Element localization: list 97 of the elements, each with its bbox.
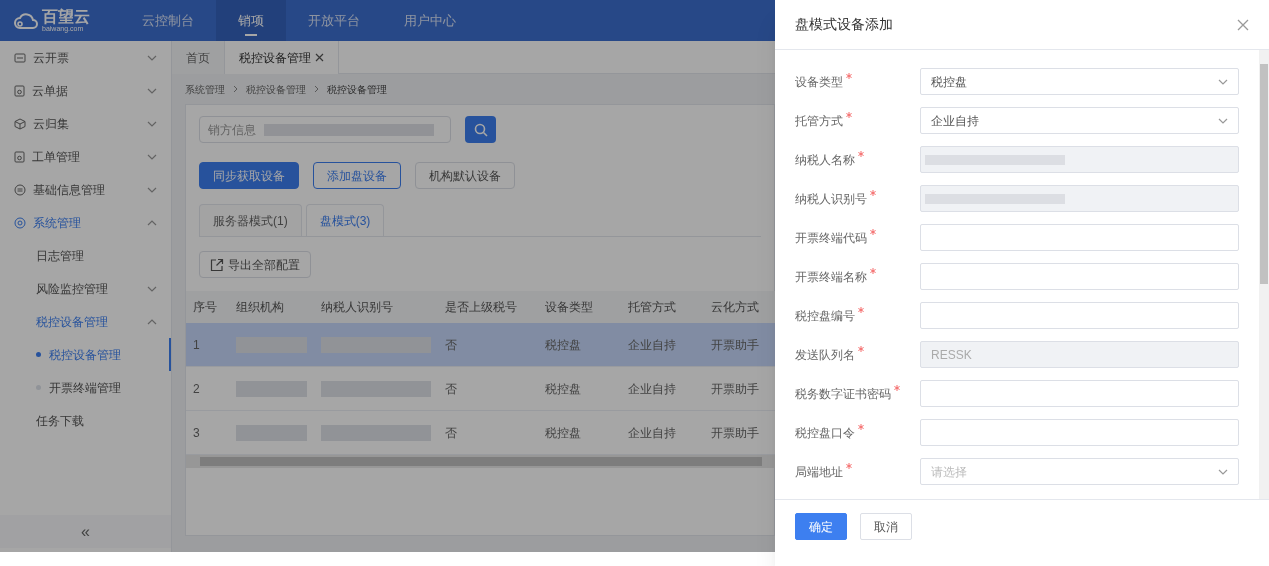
- sidebar-item[interactable]: 开票终端管理: [0, 371, 171, 404]
- sidebar-item[interactable]: 云单据: [0, 74, 171, 107]
- field-label: 纳税人名称: [795, 151, 855, 169]
- settings-icon: [14, 216, 26, 229]
- chevron-right-icon: [233, 85, 238, 93]
- close-button[interactable]: [1237, 17, 1251, 32]
- mode-tab[interactable]: 盘模式(3): [305, 204, 385, 236]
- table-cell: 否: [445, 381, 457, 396]
- cloud-logo-icon: [14, 12, 38, 29]
- sidebar-item[interactable]: 税控设备管理: [0, 305, 171, 338]
- chevron-down-icon: [1218, 468, 1228, 475]
- page-tab[interactable]: 首页: [172, 41, 225, 74]
- drawer-title: 盘模式设备添加: [795, 15, 893, 34]
- sidebar-item[interactable]: 税控设备管理: [0, 338, 171, 371]
- column-header: 序号: [192, 299, 218, 316]
- circle-lines-icon: [14, 183, 26, 196]
- sidebar-item[interactable]: 工单管理: [0, 140, 171, 173]
- export-button[interactable]: 导出全部配置: [199, 251, 311, 278]
- sidebar-item[interactable]: 云开票: [0, 41, 171, 74]
- field-label: 发送队列名: [795, 346, 855, 364]
- nav-tab[interactable]: 云控制台: [120, 0, 216, 41]
- input-field[interactable]: [920, 380, 1239, 407]
- sidebar-item[interactable]: 云归集: [0, 107, 171, 140]
- field-label: 局端地址: [795, 463, 843, 481]
- table-cell: 3: [193, 425, 200, 440]
- bullet-icon: [36, 352, 41, 357]
- table-cell: 2: [193, 381, 200, 396]
- input-field[interactable]: [920, 302, 1239, 329]
- column-header: 托管方式: [627, 299, 677, 316]
- horizontal-scrollbar[interactable]: [186, 455, 776, 468]
- column-header: 纳税人识别号: [320, 299, 394, 316]
- breadcrumb-link[interactable]: 税控设备管理: [246, 81, 306, 97]
- document-icon: [14, 84, 25, 97]
- dialog-button[interactable]: 确定: [795, 513, 847, 540]
- field-label: 销方信息: [208, 121, 256, 139]
- vertical-scrollbar[interactable]: [1259, 50, 1269, 499]
- sidebar-item[interactable]: 任务下载: [0, 404, 171, 437]
- ticket-icon: [14, 52, 26, 63]
- field-label: 纳税人识别号: [795, 190, 867, 208]
- input-field[interactable]: [920, 419, 1239, 446]
- select-field[interactable]: 企业自持: [920, 107, 1239, 134]
- table-cell: 企业自持: [628, 337, 676, 352]
- action-button[interactable]: 添加盘设备: [313, 162, 401, 189]
- table-cell: 否: [445, 425, 457, 440]
- table-cell: 税控盘: [545, 425, 581, 440]
- field-label: 开票终端代码: [795, 229, 867, 247]
- table-cell: 开票助手: [711, 425, 759, 440]
- search-button[interactable]: [465, 116, 496, 143]
- chevron-down-icon: [1218, 78, 1228, 85]
- sidebar-item[interactable]: 风险监控管理: [0, 272, 171, 305]
- field-label: 税控盘口令: [795, 424, 855, 442]
- breadcrumb-link[interactable]: 系统管理: [185, 81, 225, 97]
- action-button[interactable]: 机构默认设备: [415, 162, 515, 189]
- column-header: 是否上级税号: [444, 299, 518, 316]
- field-label: 开票终端名称: [795, 268, 867, 286]
- logo-text: 百望云: [42, 9, 90, 25]
- nav-tab[interactable]: 开放平台: [286, 0, 382, 41]
- column-header: 组织机构: [235, 299, 285, 316]
- sidebar-item[interactable]: 日志管理: [0, 239, 171, 272]
- table-cell: 税控盘: [545, 381, 581, 396]
- table-cell: 企业自持: [628, 381, 676, 396]
- input-field[interactable]: [920, 146, 1239, 173]
- close-icon: [1237, 18, 1249, 31]
- sidebar-item[interactable]: 基础信息管理: [0, 173, 171, 206]
- close-icon[interactable]: [315, 53, 324, 62]
- table-cell: 否: [445, 337, 457, 352]
- dialog-button[interactable]: 取消: [860, 513, 912, 540]
- field-label: 托管方式: [795, 112, 843, 130]
- chevron-down-icon: [1218, 117, 1228, 124]
- table-cell: 企业自持: [628, 425, 676, 440]
- table-cell: 税控盘: [545, 337, 581, 352]
- table-row[interactable]: 1 否 税控盘 企业自持 开票助手: [186, 323, 776, 367]
- input-field[interactable]: [920, 263, 1239, 290]
- table-cell: 开票助手: [711, 337, 759, 352]
- collapse-button[interactable]: «: [0, 515, 171, 548]
- nav-tab[interactable]: 用户中心: [382, 0, 478, 41]
- input-field[interactable]: [920, 185, 1239, 212]
- export-icon: [210, 257, 224, 272]
- mode-tab[interactable]: 服务器模式(1): [199, 204, 302, 236]
- column-header: 云化方式: [710, 299, 760, 316]
- table-cell: 开票助手: [711, 381, 759, 396]
- document-icon: [14, 150, 25, 163]
- sidebar-item[interactable]: 系统管理: [0, 206, 171, 239]
- page-tab[interactable]: 税控设备管理: [225, 41, 339, 74]
- table-cell: 1: [193, 337, 200, 352]
- nav-tab[interactable]: 销项: [216, 0, 286, 41]
- search-field[interactable]: 销方信息: [199, 116, 451, 143]
- column-header: 设备类型: [544, 299, 594, 316]
- chevron-right-icon: [314, 85, 319, 93]
- field-label: 税务数字证书密码: [795, 385, 891, 403]
- select-field[interactable]: 税控盘: [920, 68, 1239, 95]
- field-label: 设备类型: [795, 73, 843, 91]
- field-label: 税控盘编号: [795, 307, 855, 325]
- search-icon: [473, 122, 488, 137]
- cube-icon: [14, 117, 26, 130]
- input-field[interactable]: [920, 224, 1239, 251]
- action-button[interactable]: 同步获取设备: [199, 162, 299, 189]
